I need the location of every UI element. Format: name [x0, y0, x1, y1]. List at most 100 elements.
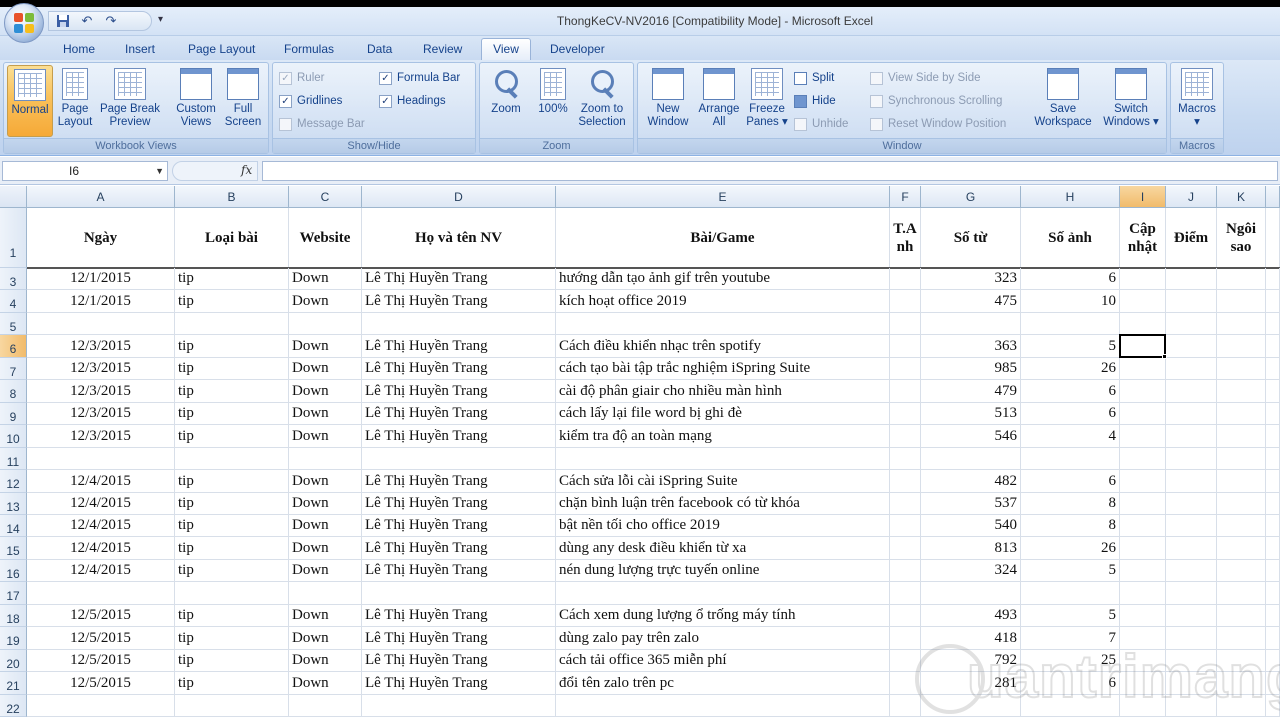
word-count-cell[interactable]: 475: [921, 290, 1021, 313]
grid-cell[interactable]: [1217, 313, 1266, 335]
tab-page-layout[interactable]: Page Layout: [182, 40, 261, 60]
tab-review[interactable]: Review: [417, 40, 468, 60]
row-header[interactable]: 3: [0, 268, 27, 290]
image-count-cell[interactable]: [1021, 582, 1120, 605]
type-cell[interactable]: tip: [175, 290, 289, 313]
header-cell[interactable]: Điểm: [1166, 208, 1217, 268]
grid-cell[interactable]: [890, 358, 921, 380]
grid-cell[interactable]: [1120, 425, 1166, 448]
grid-cell[interactable]: [1120, 605, 1166, 627]
grid-cell[interactable]: [1217, 268, 1266, 290]
column-header-h[interactable]: H: [1021, 186, 1120, 208]
grid-cell[interactable]: [1266, 515, 1280, 537]
name-cell[interactable]: [362, 313, 556, 335]
word-count-cell[interactable]: 363: [921, 335, 1021, 358]
website-cell[interactable]: Down: [289, 515, 362, 537]
row-header[interactable]: 12: [0, 470, 27, 493]
name-cell[interactable]: Lê Thị Huyền Trang: [362, 380, 556, 403]
column-header-j[interactable]: J: [1166, 186, 1217, 208]
grid-cell[interactable]: [1266, 313, 1280, 335]
grid-cell[interactable]: [1120, 358, 1166, 380]
image-count-cell[interactable]: 6: [1021, 470, 1120, 493]
word-count-cell[interactable]: 537: [921, 493, 1021, 515]
grid-cell[interactable]: [1217, 605, 1266, 627]
name-cell[interactable]: Lê Thị Huyền Trang: [362, 627, 556, 650]
row-header[interactable]: 10: [0, 425, 27, 448]
grid-cell[interactable]: [1266, 403, 1280, 425]
grid-cell[interactable]: [890, 268, 921, 290]
grid-cell[interactable]: [1120, 695, 1166, 717]
image-count-cell[interactable]: 7: [1021, 627, 1120, 650]
grid-cell[interactable]: [1166, 537, 1217, 560]
date-cell[interactable]: 12/3/2015: [27, 425, 175, 448]
row-header[interactable]: 11: [0, 448, 27, 470]
grid-cell[interactable]: [1166, 290, 1217, 313]
column-header-partial[interactable]: [1266, 186, 1280, 208]
grid-cell[interactable]: [890, 560, 921, 582]
tab-developer[interactable]: Developer: [544, 40, 611, 60]
date-cell[interactable]: 12/4/2015: [27, 470, 175, 493]
grid-cell[interactable]: [1166, 493, 1217, 515]
title-cell[interactable]: [556, 448, 890, 470]
reset-window-position-button[interactable]: Reset Window Position: [870, 115, 1006, 133]
name-cell[interactable]: [362, 582, 556, 605]
date-cell[interactable]: [27, 313, 175, 335]
date-cell[interactable]: 12/5/2015: [27, 627, 175, 650]
grid-cell[interactable]: [1217, 335, 1266, 358]
website-cell[interactable]: Down: [289, 470, 362, 493]
grid-cell[interactable]: [1166, 313, 1217, 335]
row-header[interactable]: 16: [0, 560, 27, 582]
page-layout-view-button[interactable]: Page Layout: [52, 65, 98, 137]
name-cell[interactable]: Lê Thị Huyền Trang: [362, 335, 556, 358]
type-cell[interactable]: tip: [175, 672, 289, 695]
formula-input[interactable]: [262, 161, 1278, 181]
grid-cell[interactable]: [1120, 313, 1166, 335]
column-header-f[interactable]: F: [890, 186, 921, 208]
grid-cell[interactable]: [890, 605, 921, 627]
word-count-cell[interactable]: 985: [921, 358, 1021, 380]
column-header-a[interactable]: A: [27, 186, 175, 208]
grid-cell[interactable]: [1266, 425, 1280, 448]
title-cell[interactable]: đổi tên zalo trên pc: [556, 672, 890, 695]
freeze-panes-button[interactable]: Freeze Panes ▾: [742, 65, 792, 137]
name-cell[interactable]: Lê Thị Huyền Trang: [362, 268, 556, 290]
grid-cell[interactable]: [1266, 672, 1280, 695]
unhide-window-button[interactable]: Unhide: [794, 115, 848, 133]
zoom-100-button[interactable]: 100%: [530, 65, 576, 137]
grid-cell[interactable]: [1166, 470, 1217, 493]
tab-insert[interactable]: Insert: [119, 40, 161, 60]
name-cell[interactable]: [362, 695, 556, 717]
grid-cell[interactable]: [890, 380, 921, 403]
row-header[interactable]: 14: [0, 515, 27, 537]
grid-cell[interactable]: [1166, 380, 1217, 403]
headings-checkbox[interactable]: ✓ Headings: [379, 92, 446, 110]
row-header[interactable]: 5: [0, 313, 27, 335]
title-cell[interactable]: Cách sửa lỗi cài iSpring Suite: [556, 470, 890, 493]
grid-cell[interactable]: [1266, 380, 1280, 403]
website-cell[interactable]: Down: [289, 403, 362, 425]
grid-cell[interactable]: [1217, 380, 1266, 403]
grid-cell[interactable]: [1217, 695, 1266, 717]
tab-formulas[interactable]: Formulas: [278, 40, 340, 60]
title-cell[interactable]: cách tạo bài tập trắc nghiệm iSpring Sui…: [556, 358, 890, 380]
image-count-cell[interactable]: 8: [1021, 493, 1120, 515]
image-count-cell[interactable]: 26: [1021, 358, 1120, 380]
name-cell[interactable]: [362, 448, 556, 470]
row-header[interactable]: 9: [0, 403, 27, 425]
select-all-corner[interactable]: [0, 186, 27, 208]
word-count-cell[interactable]: 813: [921, 537, 1021, 560]
grid-cell[interactable]: [1266, 560, 1280, 582]
grid-cell[interactable]: [1166, 582, 1217, 605]
name-cell[interactable]: Lê Thị Huyền Trang: [362, 605, 556, 627]
title-cell[interactable]: [556, 695, 890, 717]
website-cell[interactable]: Down: [289, 268, 362, 290]
grid-cell[interactable]: [1217, 515, 1266, 537]
date-cell[interactable]: 12/4/2015: [27, 537, 175, 560]
type-cell[interactable]: [175, 313, 289, 335]
title-cell[interactable]: hướng dẫn tạo ảnh gif trên youtube: [556, 268, 890, 290]
insert-function-icon[interactable]: fx: [241, 163, 252, 177]
grid-cell[interactable]: [1217, 582, 1266, 605]
type-cell[interactable]: tip: [175, 605, 289, 627]
website-cell[interactable]: Down: [289, 335, 362, 358]
title-cell[interactable]: dùng any desk điều khiển từ xa: [556, 537, 890, 560]
